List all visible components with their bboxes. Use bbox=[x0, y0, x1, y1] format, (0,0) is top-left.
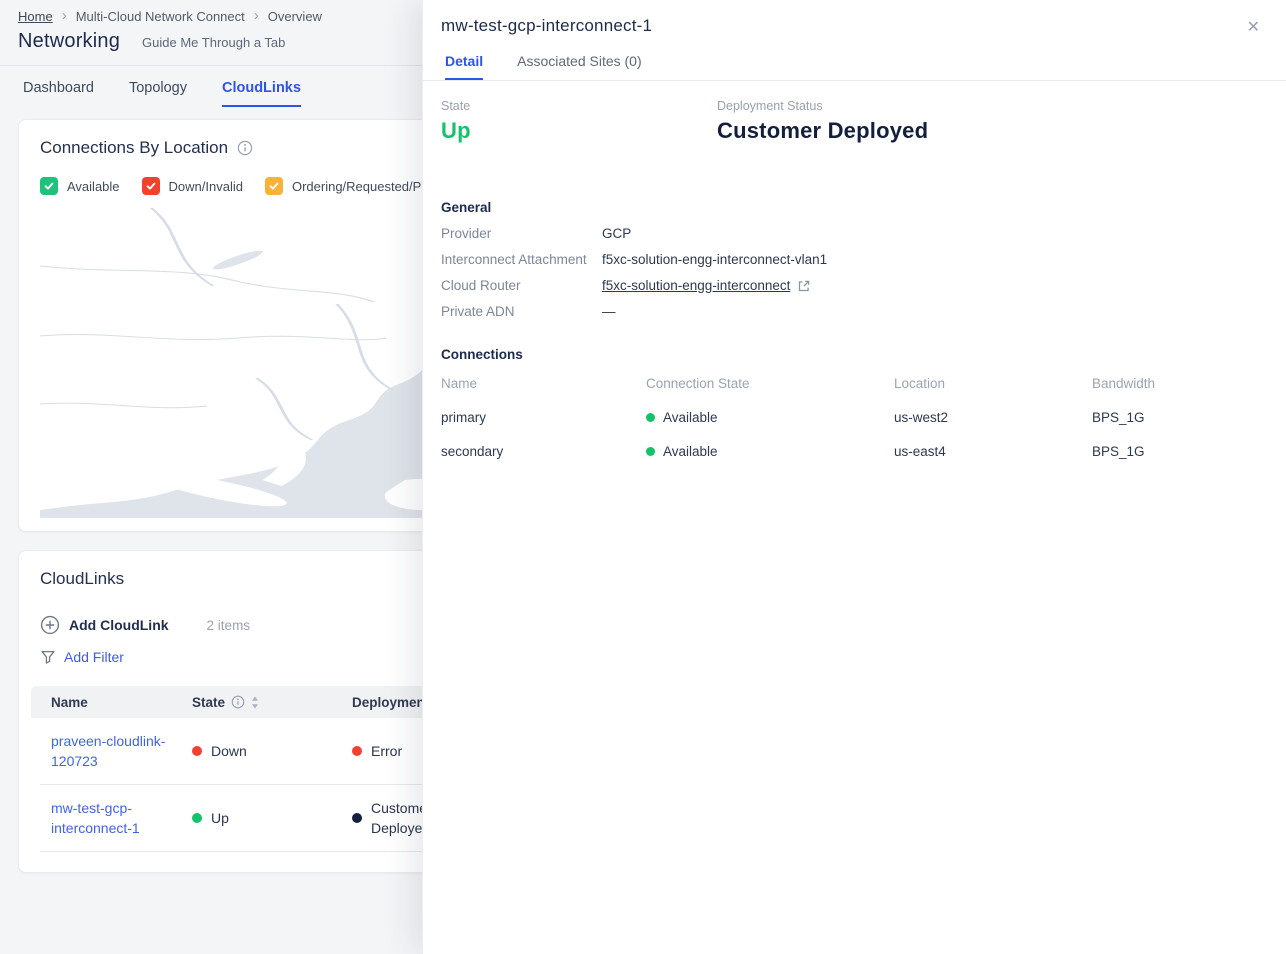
detail-row-private-adn: Private ADN — bbox=[441, 304, 1266, 319]
status-dot bbox=[192, 746, 202, 756]
panel-title: mw-test-gcp-interconnect-1 bbox=[441, 16, 652, 36]
tab-cloudlinks[interactable]: CloudLinks bbox=[222, 80, 301, 107]
state-label: State bbox=[441, 99, 717, 113]
plus-circle-icon bbox=[40, 615, 60, 635]
connections-section: Connections Name Connection State Locati… bbox=[441, 347, 1266, 459]
legend-label: Available bbox=[67, 179, 120, 194]
connections-card-title: Connections By Location bbox=[40, 138, 228, 158]
cloudlink-name-link[interactable]: praveen-cloudlink-120723 bbox=[51, 731, 171, 771]
info-icon[interactable] bbox=[231, 695, 245, 709]
tab-topology[interactable]: Topology bbox=[129, 80, 187, 107]
connection-row-secondary: secondary Available us-east4 BPS_1G bbox=[441, 444, 1266, 459]
deployment-status-label: Deployment Status bbox=[717, 99, 1266, 113]
connection-row-primary: primary Available us-west2 BPS_1G bbox=[441, 410, 1266, 425]
general-section: General Provider GCP Interconnect Attach… bbox=[441, 200, 1266, 319]
legend-label: Down/Invalid bbox=[169, 179, 243, 194]
items-count: 2 items bbox=[207, 618, 251, 633]
external-link-icon bbox=[797, 279, 811, 293]
breadcrumb-item: Multi-Cloud Network Connect bbox=[76, 9, 245, 24]
sort-icon[interactable] bbox=[251, 696, 259, 709]
check-icon bbox=[145, 180, 157, 192]
tab-associated-sites[interactable]: Associated Sites (0) bbox=[517, 53, 642, 80]
column-header-name: Name bbox=[51, 695, 192, 710]
add-cloudlink-label: Add CloudLink bbox=[69, 617, 169, 633]
cloudlink-name-link[interactable]: mw-test-gcp-interconnect-1 bbox=[51, 798, 171, 838]
legend-item-available: Available bbox=[40, 177, 120, 195]
status-summary: State Up Deployment Status Customer Depl… bbox=[441, 99, 1266, 144]
detail-row-cloud-router: Cloud Router f5xc-solution-engg-intercon… bbox=[441, 278, 1266, 293]
status-dot bbox=[646, 413, 655, 422]
filter-icon bbox=[40, 649, 56, 665]
detail-row-provider: Provider GCP bbox=[441, 226, 1266, 241]
detail-panel: mw-test-gcp-interconnect-1 ✕ Detail Asso… bbox=[422, 0, 1286, 954]
status-dot bbox=[352, 746, 362, 756]
panel-tabs: Detail Associated Sites (0) bbox=[441, 53, 1266, 80]
detail-row-interconnect-attachment: Interconnect Attachment f5xc-solution-en… bbox=[441, 252, 1266, 267]
breadcrumb-home-link[interactable]: Home bbox=[18, 9, 53, 24]
connections-table-header: Name Connection State Location Bandwidth bbox=[441, 376, 1266, 391]
cloud-router-link[interactable]: f5xc-solution-engg-interconnect bbox=[602, 278, 790, 293]
checkbox-ordering[interactable] bbox=[265, 177, 283, 195]
panel-header: mw-test-gcp-interconnect-1 ✕ Detail Asso… bbox=[423, 0, 1286, 80]
deployment-status-value: Customer Deployed bbox=[717, 118, 1266, 144]
column-header-state: State bbox=[192, 695, 352, 710]
status-dot bbox=[352, 813, 362, 823]
check-icon bbox=[268, 180, 280, 192]
state-value: Up bbox=[441, 118, 717, 144]
app-window: Home › Multi-Cloud Network Connect › Ove… bbox=[0, 0, 1286, 954]
state-cell: Down bbox=[192, 741, 352, 761]
add-filter-label: Add Filter bbox=[64, 649, 124, 665]
close-button[interactable]: ✕ bbox=[1241, 16, 1266, 40]
info-icon[interactable] bbox=[237, 140, 253, 156]
checkbox-available[interactable] bbox=[40, 177, 58, 195]
state-cell: Up bbox=[192, 808, 352, 828]
general-heading: General bbox=[441, 200, 1266, 215]
deployment-stat: Deployment Status Customer Deployed bbox=[717, 99, 1266, 144]
status-dot bbox=[646, 447, 655, 456]
page-title: Networking bbox=[18, 30, 120, 53]
breadcrumb-item: Overview bbox=[268, 9, 322, 24]
state-stat: State Up bbox=[441, 99, 717, 144]
legend-item-down: Down/Invalid bbox=[142, 177, 243, 195]
chevron-right-icon: › bbox=[254, 8, 259, 23]
tab-dashboard[interactable]: Dashboard bbox=[23, 80, 94, 107]
check-icon bbox=[43, 180, 55, 192]
close-icon: ✕ bbox=[1247, 19, 1260, 36]
connections-heading: Connections bbox=[441, 347, 1266, 362]
status-dot bbox=[192, 813, 202, 823]
chevron-right-icon: › bbox=[62, 8, 67, 23]
guide-me-link[interactable]: Guide Me Through a Tab bbox=[142, 35, 285, 50]
add-cloudlink-button[interactable]: Add CloudLink bbox=[40, 615, 169, 635]
checkbox-down-invalid[interactable] bbox=[142, 177, 160, 195]
tab-detail[interactable]: Detail bbox=[445, 53, 483, 80]
